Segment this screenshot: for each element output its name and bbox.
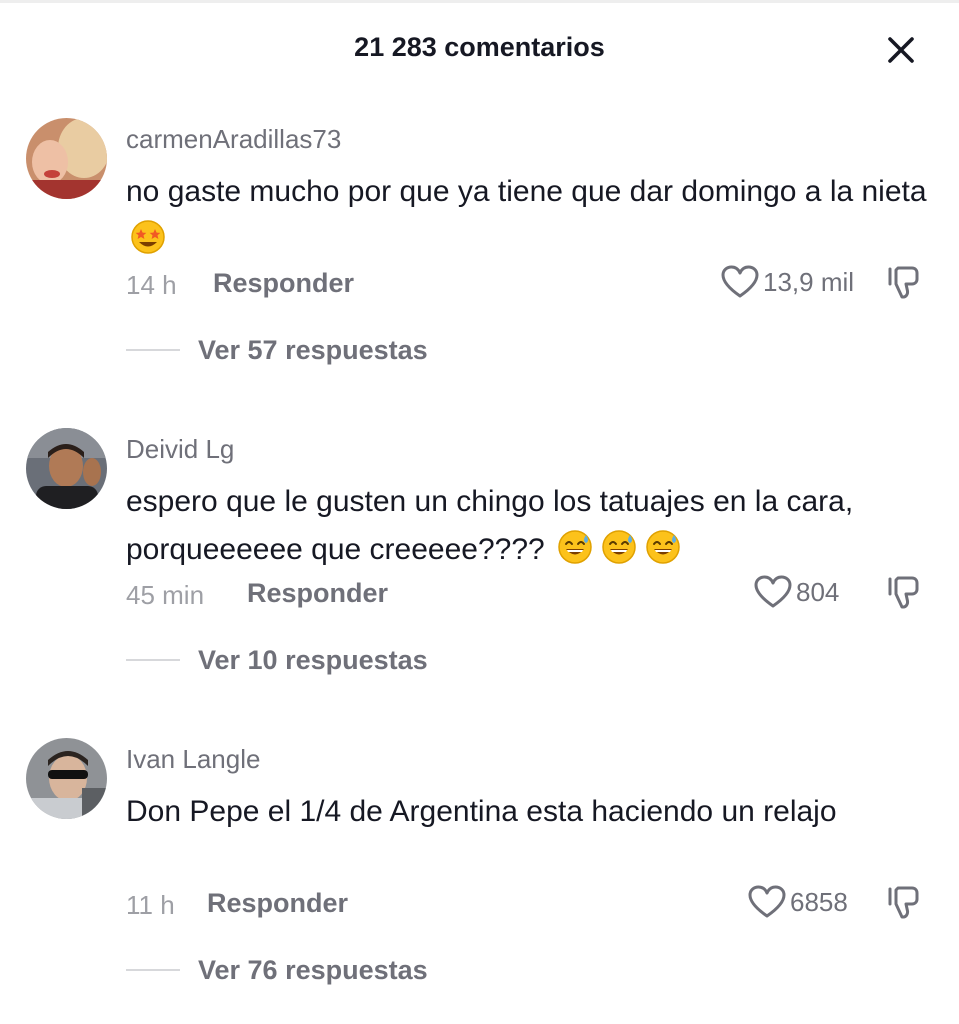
view-replies-button[interactable]: Ver 57 respuestas	[126, 330, 428, 370]
comment-text: no gaste mucho por que ya tiene que dar …	[126, 168, 936, 264]
comment-item: Deivid Lg espero que le gusten un chingo…	[0, 428, 959, 718]
sweat-smile-emoji-icon	[557, 530, 592, 564]
replies-divider	[126, 349, 180, 351]
reply-button[interactable]: Responder	[213, 268, 354, 299]
view-replies-button[interactable]: Ver 76 respuestas	[126, 950, 428, 990]
view-replies-label: Ver 10 respuestas	[198, 644, 428, 675]
comment-time: 11 h	[126, 890, 175, 920]
avatar[interactable]	[26, 428, 107, 509]
comment-username[interactable]: Ivan Langle	[126, 744, 260, 775]
like-count: 6858	[790, 886, 848, 917]
view-replies-button[interactable]: Ver 10 respuestas	[126, 640, 428, 680]
sweat-smile-emoji-icon	[645, 530, 680, 564]
close-button[interactable]	[881, 30, 921, 70]
dislike-button[interactable]	[884, 572, 924, 612]
heart-icon	[748, 885, 786, 918]
star-struck-emoji-icon	[131, 220, 165, 254]
thumbs-down-icon	[888, 576, 919, 609]
comment-item: carmenAradillas73 no gaste mucho por que…	[0, 118, 959, 408]
like-button[interactable]: 13,9 mil	[721, 264, 854, 300]
comment-text: Don Pepe el 1/4 de Argentina esta hacien…	[126, 795, 837, 828]
comment-time: 45 min	[126, 580, 205, 610]
comment-time: 14 h	[126, 270, 177, 300]
avatar[interactable]	[26, 738, 107, 819]
sweat-smile-emoji-icon	[601, 530, 636, 564]
comment-username[interactable]: Deivid Lg	[126, 434, 234, 465]
comment-text: espero que le gusten un chingo los tatua…	[126, 485, 854, 566]
comments-header: 21 283 comentarios	[0, 22, 959, 74]
avatar[interactable]	[26, 118, 107, 199]
view-replies-label: Ver 57 respuestas	[198, 334, 428, 365]
view-replies-label: Ver 76 respuestas	[198, 954, 428, 985]
heart-icon	[754, 575, 792, 608]
like-count: 804	[796, 576, 840, 607]
thumbs-down-icon	[888, 886, 919, 919]
comment-item: Ivan Langle Don Pepe el 1/4 de Argentina…	[0, 738, 959, 1024]
top-divider	[0, 0, 959, 3]
replies-divider	[126, 969, 180, 971]
reply-button[interactable]: Responder	[207, 888, 348, 919]
comments-count-title: 21 283 comentarios	[354, 32, 605, 62]
like-button[interactable]: 804	[754, 574, 839, 610]
reply-button[interactable]: Responder	[247, 578, 388, 609]
like-count: 13,9 mil	[763, 266, 855, 297]
comment-username[interactable]: carmenAradillas73	[126, 124, 341, 155]
dislike-button[interactable]	[884, 882, 924, 922]
thumbs-down-icon	[888, 266, 919, 299]
close-icon	[888, 37, 914, 63]
heart-icon	[721, 265, 759, 298]
replies-divider	[126, 659, 180, 661]
like-button[interactable]: 6858	[748, 884, 848, 920]
dislike-button[interactable]	[884, 262, 924, 302]
